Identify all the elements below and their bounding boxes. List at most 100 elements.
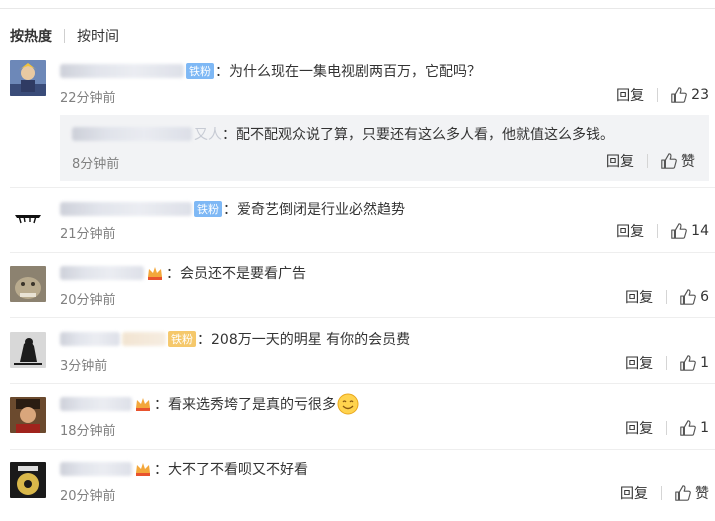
comment-header: ：大不了不看呗又不好看: [60, 458, 308, 480]
like-label: 赞: [695, 486, 709, 502]
reply-button[interactable]: 回复: [625, 418, 653, 438]
action-separator: [666, 356, 668, 370]
comment-header: 铁粉 ：为什么现在一集电视剧两百万，它配吗？: [60, 60, 481, 82]
top-divider: [0, 8, 715, 9]
avatar[interactable]: [10, 60, 46, 96]
thumbs-up-icon: [671, 223, 688, 239]
avatar[interactable]: [10, 266, 46, 302]
like-label: 赞: [681, 154, 695, 170]
action-separator: [647, 154, 648, 168]
thumbs-up-icon: [675, 485, 691, 501]
like-button[interactable]: 赞: [660, 151, 695, 171]
comment-text: ：为什么现在一集电视剧两百万，它配吗？: [215, 64, 481, 80]
like-button[interactable]: 14: [670, 222, 709, 240]
comment-time: 20分钟前: [60, 489, 116, 504]
comment-text: ：会员还不是要看广告: [166, 266, 306, 282]
fan-badge: 铁粉: [186, 63, 214, 79]
comment-header: 铁粉 ：208万一天的明星 有你的会员费: [60, 328, 410, 350]
action-separator: [666, 421, 668, 435]
comment-actions: 回复 23: [616, 85, 709, 105]
username-blurred[interactable]: [60, 64, 184, 78]
comment-text: ：大不了不看呗又不好看: [154, 462, 308, 478]
thumbs-up-icon: [680, 289, 696, 305]
action-separator: [657, 88, 659, 102]
username-blurred[interactable]: [60, 202, 192, 216]
comment-actions: 回复 6: [625, 287, 709, 307]
comment-time: 20分钟前: [60, 293, 116, 308]
sub-reply: 又人 ：配不配观众说了算，只要还有这么多人看，他就值这么多钱。 8分钟前 回复 …: [60, 115, 709, 181]
username-blurred[interactable]: [72, 127, 192, 141]
username-blurred[interactable]: [60, 462, 132, 476]
reply-button[interactable]: 回复: [606, 151, 634, 171]
comment-actions: 回复 1: [625, 353, 709, 373]
crown-icon: [136, 398, 150, 411]
avatar[interactable]: [10, 397, 46, 433]
thumbs-up-icon: [680, 355, 696, 371]
avatar-image: [10, 200, 46, 236]
comment-header: 铁粉 ：爱奇艺倒闭是行业必然趋势: [60, 198, 405, 220]
comment-divider: [10, 252, 715, 253]
comment-actions: 回复 赞: [620, 483, 709, 503]
sub-reply-text: ：配不配观众说了算，只要还有这么多人看，他就值这么多钱。: [222, 127, 614, 143]
like-button[interactable]: 23: [670, 86, 709, 104]
avatar-image: [10, 462, 46, 498]
action-separator: [666, 290, 668, 304]
action-separator: [661, 486, 662, 500]
comment-time: 21分钟前: [60, 227, 116, 242]
sub-reply-time: 8分钟前: [72, 157, 120, 172]
comment-divider: [10, 187, 715, 188]
sort-separator: [64, 29, 65, 43]
like-count: 1: [700, 420, 709, 436]
crown-icon: [148, 267, 162, 280]
sort-by-time[interactable]: 按时间: [77, 26, 119, 46]
comment-divider: [10, 317, 715, 318]
like-count: 23: [691, 87, 709, 103]
reply-button[interactable]: 回复: [616, 221, 644, 241]
avatar-image: [10, 332, 46, 368]
comment-divider: [10, 449, 715, 450]
avatar-image: [10, 397, 46, 433]
reply-button[interactable]: 回复: [620, 483, 648, 503]
username-blurred[interactable]: [122, 332, 166, 346]
fan-badge: 铁粉: [194, 201, 222, 217]
like-button[interactable]: 赞: [674, 483, 709, 503]
sub-reply-header: 又人 ：配不配观众说了算，只要还有这么多人看，他就值这么多钱。: [72, 123, 614, 145]
fan-badge: 铁粉: [168, 331, 196, 347]
thumbs-up-icon: [680, 420, 696, 436]
reply-button[interactable]: 回复: [625, 353, 653, 373]
like-count: 14: [691, 223, 709, 239]
comment-divider: [10, 383, 715, 384]
comment-text: ：爱奇艺倒闭是行业必然趋势: [223, 202, 405, 218]
avatar[interactable]: [10, 462, 46, 498]
action-separator: [657, 224, 659, 238]
avatar[interactable]: [10, 200, 46, 236]
comment-time: 22分钟前: [60, 91, 116, 106]
sub-reply-username-tail[interactable]: 又人: [194, 124, 222, 144]
comment-actions: 回复 1: [625, 418, 709, 438]
comment-time: 3分钟前: [60, 359, 108, 374]
like-count: 6: [700, 289, 709, 305]
thumbs-up-icon: [661, 153, 677, 169]
smile-emoji-icon: [337, 393, 359, 415]
username-blurred[interactable]: [60, 266, 144, 280]
comment-time: 18分钟前: [60, 424, 116, 439]
sort-by-hot[interactable]: 按热度: [10, 26, 52, 46]
avatar[interactable]: [10, 332, 46, 368]
thumbs-up-icon: [671, 87, 688, 103]
comment-text: ：208万一天的明星 有你的会员费: [197, 332, 411, 348]
comment-actions: 回复 14: [616, 221, 709, 241]
crown-icon: [136, 463, 150, 476]
sort-bar: 按热度 按时间: [10, 26, 119, 46]
reply-button[interactable]: 回复: [616, 85, 644, 105]
username-blurred[interactable]: [60, 332, 120, 346]
avatar-image: [10, 266, 46, 302]
comment-header: ：会员还不是要看广告: [60, 262, 306, 284]
like-button[interactable]: 1: [679, 419, 709, 437]
reply-button[interactable]: 回复: [625, 287, 653, 307]
username-blurred[interactable]: [60, 397, 132, 411]
comment-header: ：看来选秀垮了是真的亏很多: [60, 393, 359, 415]
avatar-image: [10, 60, 46, 96]
like-button[interactable]: 1: [679, 354, 709, 372]
like-count: 1: [700, 355, 709, 371]
like-button[interactable]: 6: [679, 288, 709, 306]
